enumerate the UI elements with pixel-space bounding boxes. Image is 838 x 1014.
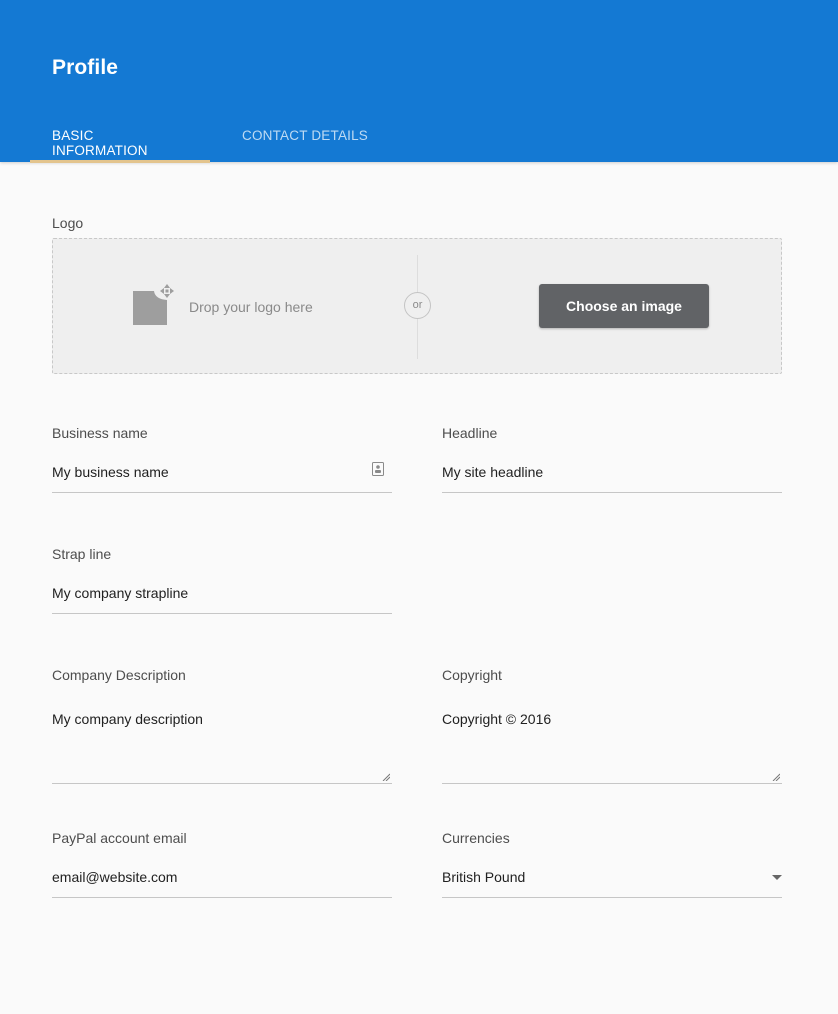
company-description-field: My company description bbox=[52, 696, 392, 784]
currencies-selected-value[interactable]: British Pound bbox=[442, 853, 782, 897]
choose-image-button[interactable]: Choose an image bbox=[539, 284, 709, 328]
paypal-email-field bbox=[52, 853, 392, 898]
app-header: Profile BASIC INFORMATION CONTACT DETAIL… bbox=[0, 0, 838, 163]
headline-field bbox=[442, 448, 782, 493]
logo-dropzone[interactable]: Drop your logo here or Choose an image bbox=[52, 238, 782, 374]
tab-bar: BASIC INFORMATION CONTACT DETAILS bbox=[30, 112, 390, 163]
logo-label: Logo bbox=[52, 215, 84, 231]
tab-basic-information[interactable]: BASIC INFORMATION bbox=[30, 112, 210, 163]
resize-grip-icon[interactable] bbox=[772, 773, 780, 781]
copyright-label: Copyright bbox=[442, 667, 502, 683]
headline-label: Headline bbox=[442, 425, 498, 441]
company-description-label: Company Description bbox=[52, 667, 186, 683]
copyright-field: Copyright © 2016 bbox=[442, 696, 782, 784]
tab-contact-details[interactable]: CONTACT DETAILS bbox=[210, 112, 390, 162]
dropdown-arrow-icon[interactable] bbox=[772, 875, 782, 880]
or-badge: or bbox=[404, 292, 431, 319]
drop-logo-text: Drop your logo here bbox=[189, 299, 313, 315]
currencies-select[interactable]: British Pound bbox=[442, 853, 782, 898]
strap-line-field bbox=[52, 569, 392, 614]
paypal-email-input[interactable] bbox=[52, 853, 392, 897]
strap-line-label: Strap line bbox=[52, 546, 112, 562]
paypal-email-label: PayPal account email bbox=[52, 830, 187, 846]
company-description-textarea[interactable]: My company description bbox=[52, 696, 392, 778]
contact-card-icon[interactable] bbox=[372, 462, 384, 476]
business-name-label: Business name bbox=[52, 425, 148, 441]
strap-line-input[interactable] bbox=[52, 569, 392, 613]
headline-input[interactable] bbox=[442, 448, 782, 492]
currencies-label: Currencies bbox=[442, 830, 510, 846]
image-upload-icon bbox=[133, 284, 174, 325]
business-name-input[interactable] bbox=[52, 448, 392, 492]
resize-grip-icon[interactable] bbox=[382, 773, 390, 781]
page-title: Profile bbox=[52, 56, 119, 79]
business-name-field bbox=[52, 448, 392, 493]
copyright-textarea[interactable]: Copyright © 2016 bbox=[442, 696, 782, 778]
